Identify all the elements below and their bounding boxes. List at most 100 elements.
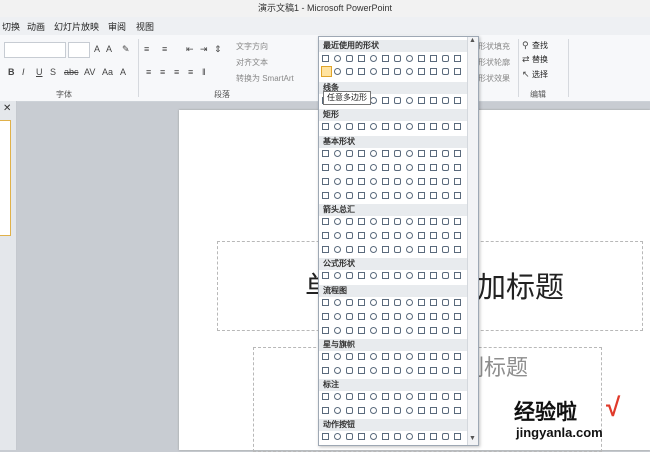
- replace-button[interactable]: 替换: [532, 54, 548, 65]
- shape-option[interactable]: [406, 123, 413, 130]
- shape-option[interactable]: [430, 68, 437, 75]
- shape-option[interactable]: [370, 433, 377, 440]
- shape-option[interactable]: [406, 97, 413, 104]
- shape-option[interactable]: [358, 164, 365, 171]
- shape-option[interactable]: [370, 68, 377, 75]
- shape-option[interactable]: [454, 192, 461, 199]
- smartart-button[interactable]: 转换为 SmartArt: [236, 73, 294, 84]
- bullets-icon[interactable]: ≡: [144, 45, 149, 54]
- shape-option[interactable]: [346, 246, 353, 253]
- shape-option[interactable]: [334, 433, 341, 440]
- shape-option[interactable]: [454, 272, 461, 279]
- shape-option[interactable]: [370, 246, 377, 253]
- shape-option[interactable]: [346, 407, 353, 414]
- shape-option[interactable]: [334, 218, 341, 225]
- shape-option[interactable]: [334, 150, 341, 157]
- shape-option[interactable]: [370, 55, 377, 62]
- shape-option[interactable]: [418, 192, 425, 199]
- shape-option[interactable]: [430, 192, 437, 199]
- shape-option[interactable]: [430, 327, 437, 334]
- shape-option[interactable]: [346, 313, 353, 320]
- shape-option[interactable]: [334, 353, 341, 360]
- shape-option[interactable]: [430, 218, 437, 225]
- shape-option[interactable]: [322, 150, 329, 157]
- shape-option[interactable]: [394, 232, 401, 239]
- shape-option[interactable]: [370, 123, 377, 130]
- shape-option[interactable]: [406, 272, 413, 279]
- shape-option[interactable]: [334, 393, 341, 400]
- shape-option[interactable]: [394, 164, 401, 171]
- shape-option[interactable]: [430, 407, 437, 414]
- shape-option[interactable]: [454, 299, 461, 306]
- shape-option[interactable]: [334, 164, 341, 171]
- font-name-combo[interactable]: [4, 42, 66, 58]
- shape-option[interactable]: [394, 407, 401, 414]
- shape-option[interactable]: [358, 218, 365, 225]
- shape-option[interactable]: [430, 55, 437, 62]
- close-pane-icon[interactable]: ✕: [3, 103, 11, 114]
- shape-option[interactable]: [370, 299, 377, 306]
- underline-icon[interactable]: U: [36, 68, 43, 77]
- shape-option[interactable]: [406, 178, 413, 185]
- shape-option[interactable]: [406, 353, 413, 360]
- shape-option[interactable]: [382, 367, 389, 374]
- char-spacing-icon[interactable]: AV: [84, 68, 95, 77]
- shape-option[interactable]: [370, 232, 377, 239]
- shape-option[interactable]: [430, 164, 437, 171]
- shape-option[interactable]: [442, 393, 449, 400]
- select-button[interactable]: 选择: [532, 69, 548, 80]
- shape-option[interactable]: [322, 218, 329, 225]
- shape-option[interactable]: [454, 68, 461, 75]
- shape-option[interactable]: [406, 150, 413, 157]
- shape-option[interactable]: [406, 327, 413, 334]
- shape-option[interactable]: [442, 123, 449, 130]
- shape-option[interactable]: [334, 327, 341, 334]
- shape-outline-button[interactable]: 形状轮廓: [478, 57, 510, 68]
- shape-option[interactable]: [454, 433, 461, 440]
- shape-option[interactable]: [418, 407, 425, 414]
- shape-option[interactable]: [346, 164, 353, 171]
- slide-thumbnail[interactable]: [0, 120, 11, 236]
- shape-option[interactable]: [454, 246, 461, 253]
- shape-option[interactable]: [430, 299, 437, 306]
- tab-transitions[interactable]: 切换: [2, 20, 20, 33]
- shape-option[interactable]: [358, 178, 365, 185]
- shape-option[interactable]: [454, 313, 461, 320]
- shape-option[interactable]: [406, 367, 413, 374]
- justify-icon[interactable]: ≡: [188, 68, 193, 77]
- shape-option[interactable]: [406, 192, 413, 199]
- shape-option[interactable]: [406, 232, 413, 239]
- shape-fill-button[interactable]: 形状填充: [478, 41, 510, 52]
- freeform-shape-selected[interactable]: [321, 66, 332, 77]
- shape-option[interactable]: [322, 232, 329, 239]
- shape-option[interactable]: [346, 150, 353, 157]
- shape-option[interactable]: [382, 313, 389, 320]
- increase-indent-icon[interactable]: ⇥: [200, 45, 208, 54]
- shape-option[interactable]: [334, 232, 341, 239]
- shape-option[interactable]: [406, 299, 413, 306]
- shape-option[interactable]: [406, 218, 413, 225]
- gallery-scrollbar[interactable]: ▲ ▼: [467, 37, 478, 445]
- shape-option[interactable]: [394, 55, 401, 62]
- shape-option[interactable]: [358, 232, 365, 239]
- align-left-icon[interactable]: ≡: [146, 68, 151, 77]
- shrink-font-icon[interactable]: A: [106, 45, 112, 54]
- shape-option[interactable]: [442, 246, 449, 253]
- shape-option[interactable]: [394, 150, 401, 157]
- shape-option[interactable]: [346, 327, 353, 334]
- shape-option[interactable]: [334, 178, 341, 185]
- shape-option[interactable]: [418, 393, 425, 400]
- shape-option[interactable]: [394, 433, 401, 440]
- grow-font-icon[interactable]: A: [94, 45, 100, 54]
- shape-option[interactable]: [322, 272, 329, 279]
- tab-view[interactable]: 视图: [136, 20, 154, 33]
- shape-option[interactable]: [430, 150, 437, 157]
- shape-option[interactable]: [358, 367, 365, 374]
- shape-option[interactable]: [370, 313, 377, 320]
- shape-option[interactable]: [406, 393, 413, 400]
- shape-option[interactable]: [322, 407, 329, 414]
- shape-option[interactable]: [394, 123, 401, 130]
- shape-option[interactable]: [358, 55, 365, 62]
- shape-option[interactable]: [454, 178, 461, 185]
- shape-option[interactable]: [322, 164, 329, 171]
